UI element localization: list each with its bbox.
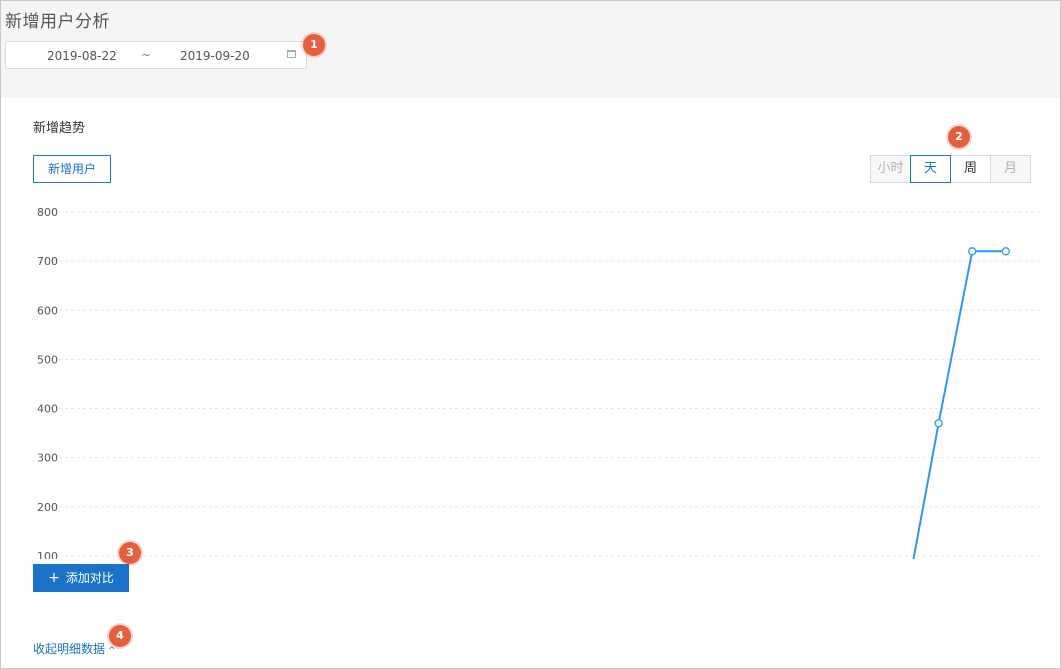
y-tick-label: 700 bbox=[37, 255, 58, 268]
granularity-week[interactable]: 周 bbox=[950, 155, 991, 183]
add-compare-label: 添加对比 bbox=[65, 571, 114, 585]
y-tick-label: 500 bbox=[37, 353, 58, 366]
end-date: 2019-09-20 bbox=[180, 49, 250, 63]
data-point bbox=[968, 247, 977, 256]
section-title: 新增趋势 bbox=[33, 121, 86, 136]
y-tick-label: 800 bbox=[37, 206, 58, 219]
y-tick-label: 300 bbox=[37, 452, 58, 465]
app-frame: 新增用户分析 2019-08-22 ~ 2019-09-20 1 新增趋势 新增… bbox=[0, 0, 1061, 669]
collapse-detail-label: 收起明细数据 bbox=[33, 642, 106, 656]
data-point bbox=[934, 419, 943, 428]
y-tick-label: 200 bbox=[37, 501, 58, 514]
granularity-switch: 小时 天 周 月 bbox=[870, 155, 1031, 183]
series-line-new-users bbox=[912, 250, 1006, 559]
annotation-badge-2: 2 bbox=[948, 126, 970, 148]
plus-icon: + bbox=[48, 570, 60, 586]
data-point bbox=[1001, 247, 1010, 256]
add-compare-button[interactable]: + 添加对比 bbox=[33, 564, 129, 592]
y-tick-label: 600 bbox=[37, 304, 58, 317]
metric-button-new-users[interactable]: 新增用户 bbox=[33, 155, 111, 183]
annotation-badge-3: 3 bbox=[119, 542, 141, 564]
granularity-month[interactable]: 月 bbox=[990, 155, 1031, 183]
start-date: 2019-08-22 bbox=[47, 49, 117, 63]
granularity-hour[interactable]: 小时 bbox=[870, 155, 911, 183]
y-tick-label: 100 bbox=[37, 550, 58, 559]
collapse-detail-link[interactable]: 收起明细数据 ^ bbox=[33, 640, 116, 657]
chevron-up-icon: ^ bbox=[108, 646, 116, 656]
date-range-picker[interactable]: 2019-08-22 ~ 2019-09-20 bbox=[5, 41, 307, 69]
date-separator: ~ bbox=[141, 48, 152, 62]
calendar-icon[interactable] bbox=[287, 50, 296, 58]
annotation-badge-1: 1 bbox=[303, 34, 325, 56]
granularity-day[interactable]: 天 bbox=[910, 155, 951, 183]
y-tick-label: 400 bbox=[37, 403, 58, 416]
page-title: 新增用户分析 bbox=[5, 12, 110, 32]
trend-line-chart: 01002003004005006007008002019-08-222019-… bbox=[37, 206, 1043, 559]
trend-panel: 新增趋势 新增用户 2 小时 天 周 月 0100200300400500600… bbox=[1, 98, 1060, 668]
